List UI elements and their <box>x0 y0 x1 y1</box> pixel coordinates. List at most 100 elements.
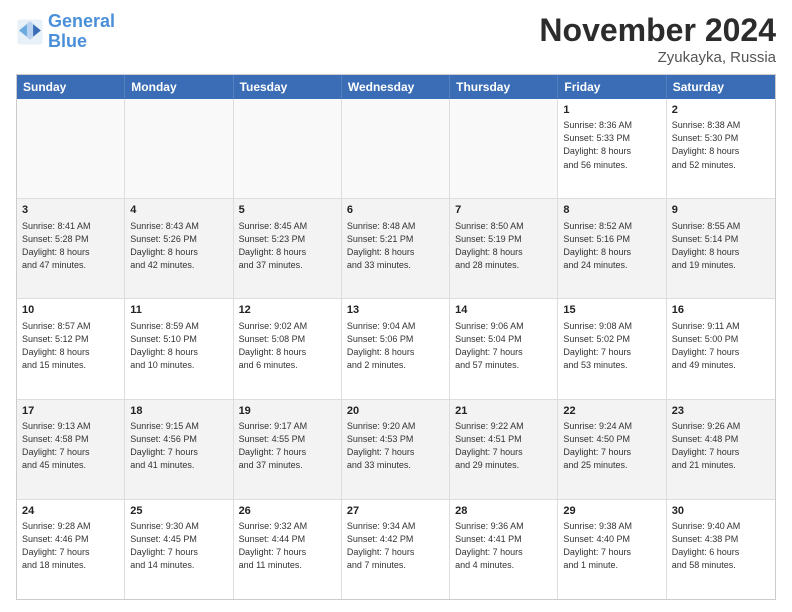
cell-text: Sunrise: 8:38 AM Sunset: 5:30 PM Dayligh… <box>672 119 770 171</box>
day-number: 13 <box>347 303 444 318</box>
cell-text: Sunrise: 8:59 AM Sunset: 5:10 PM Dayligh… <box>130 320 227 372</box>
calendar-cell: 1Sunrise: 8:36 AM Sunset: 5:33 PM Daylig… <box>558 99 666 198</box>
calendar-cell: 9Sunrise: 8:55 AM Sunset: 5:14 PM Daylig… <box>667 199 775 298</box>
calendar-header: SundayMondayTuesdayWednesdayThursdayFrid… <box>17 75 775 99</box>
calendar-cell: 29Sunrise: 9:38 AM Sunset: 4:40 PM Dayli… <box>558 500 666 599</box>
calendar-cell <box>450 99 558 198</box>
cell-text: Sunrise: 8:52 AM Sunset: 5:16 PM Dayligh… <box>563 220 660 272</box>
day-number: 18 <box>130 404 227 419</box>
cell-text: Sunrise: 9:40 AM Sunset: 4:38 PM Dayligh… <box>672 520 770 572</box>
calendar-cell: 6 Sunrise: 8:48 AM Sunset: 5:21 PM Daylig… <box>342 199 450 298</box>
day-number: 27 <box>347 504 444 519</box>
cell-text: Sunrise: 9:38 AM Sunset: 4:40 PM Dayligh… <box>563 520 660 572</box>
calendar-cell: 7 Sunrise: 8:50 AM Sunset: 5:19 PM Daylig… <box>450 199 558 298</box>
day-number: 25 <box>130 504 227 519</box>
calendar-header-cell: Saturday <box>667 75 775 99</box>
calendar-header-cell: Monday <box>125 75 233 99</box>
calendar-body: 1Sunrise: 8:36 AM Sunset: 5:33 PM Daylig… <box>17 99 775 599</box>
cell-text: Sunrise: 9:08 AM Sunset: 5:02 PM Dayligh… <box>563 320 660 372</box>
day-number: 2 <box>672 103 770 118</box>
calendar-cell: 27Sunrise: 9:34 AM Sunset: 4:42 PM Dayli… <box>342 500 450 599</box>
calendar-cell: 2Sunrise: 8:38 AM Sunset: 5:30 PM Daylig… <box>667 99 775 198</box>
day-number: 14 <box>455 303 552 318</box>
cell-text: Sunrise: 9:26 AM Sunset: 4:48 PM Dayligh… <box>672 420 770 472</box>
cell-text: Sunrise: 8:50 AM Sunset: 5:19 PM Dayligh… <box>455 220 552 272</box>
logo: General Blue <box>16 12 115 52</box>
calendar-cell: 20Sunrise: 9:20 AM Sunset: 4:53 PM Dayli… <box>342 400 450 499</box>
day-number: 19 <box>239 404 336 419</box>
cell-text: Sunrise: 9:32 AM Sunset: 4:44 PM Dayligh… <box>239 520 336 572</box>
day-number: 26 <box>239 504 336 519</box>
day-number: 24 <box>22 504 119 519</box>
calendar-cell: 22Sunrise: 9:24 AM Sunset: 4:50 PM Dayli… <box>558 400 666 499</box>
calendar-cell: 10 Sunrise: 8:57 AM Sunset: 5:12 PM Dayli… <box>17 299 125 398</box>
calendar-header-cell: Friday <box>558 75 666 99</box>
header: General Blue November 2024 Zyukayka, Rus… <box>16 12 776 66</box>
cell-text: Sunrise: 8:57 AM Sunset: 5:12 PM Dayligh… <box>22 320 119 372</box>
calendar-cell: 19Sunrise: 9:17 AM Sunset: 4:55 PM Dayli… <box>234 400 342 499</box>
day-number: 23 <box>672 404 770 419</box>
calendar-cell: 26Sunrise: 9:32 AM Sunset: 4:44 PM Dayli… <box>234 500 342 599</box>
calendar-header-cell: Sunday <box>17 75 125 99</box>
calendar-cell: 16Sunrise: 9:11 AM Sunset: 5:00 PM Dayli… <box>667 299 775 398</box>
calendar-header-cell: Thursday <box>450 75 558 99</box>
cell-text: Sunrise: 9:22 AM Sunset: 4:51 PM Dayligh… <box>455 420 552 472</box>
calendar: SundayMondayTuesdayWednesdayThursdayFrid… <box>16 74 776 600</box>
cell-text: Sunrise: 9:34 AM Sunset: 4:42 PM Dayligh… <box>347 520 444 572</box>
calendar-header-cell: Tuesday <box>234 75 342 99</box>
cell-text: Sunrise: 8:45 AM Sunset: 5:23 PM Dayligh… <box>239 220 336 272</box>
cell-text: Sunrise: 9:04 AM Sunset: 5:06 PM Dayligh… <box>347 320 444 372</box>
day-number: 3 <box>22 203 119 218</box>
calendar-cell <box>125 99 233 198</box>
calendar-cell: 15 Sunrise: 9:08 AM Sunset: 5:02 PM Dayli… <box>558 299 666 398</box>
calendar-cell <box>342 99 450 198</box>
day-number: 5 <box>239 203 336 218</box>
day-number: 15 <box>563 303 660 318</box>
day-number: 6 <box>347 203 444 218</box>
calendar-row: 3 Sunrise: 8:41 AM Sunset: 5:28 PM Daylig… <box>17 199 775 299</box>
calendar-cell: 28Sunrise: 9:36 AM Sunset: 4:41 PM Dayli… <box>450 500 558 599</box>
calendar-cell: 11 Sunrise: 8:59 AM Sunset: 5:10 PM Dayli… <box>125 299 233 398</box>
month-title: November 2024 <box>539 12 776 49</box>
cell-text: Sunrise: 8:55 AM Sunset: 5:14 PM Dayligh… <box>672 220 770 272</box>
day-number: 8 <box>563 203 660 218</box>
calendar-cell: 17Sunrise: 9:13 AM Sunset: 4:58 PM Dayli… <box>17 400 125 499</box>
calendar-cell: 8 Sunrise: 8:52 AM Sunset: 5:16 PM Daylig… <box>558 199 666 298</box>
cell-text: Sunrise: 9:24 AM Sunset: 4:50 PM Dayligh… <box>563 420 660 472</box>
day-number: 20 <box>347 404 444 419</box>
logo-text: General Blue <box>48 12 115 52</box>
day-number: 11 <box>130 303 227 318</box>
day-number: 7 <box>455 203 552 218</box>
day-number: 22 <box>563 404 660 419</box>
logo-icon <box>16 18 44 46</box>
cell-text: Sunrise: 9:15 AM Sunset: 4:56 PM Dayligh… <box>130 420 227 472</box>
cell-text: Sunrise: 9:17 AM Sunset: 4:55 PM Dayligh… <box>239 420 336 472</box>
cell-text: Sunrise: 8:41 AM Sunset: 5:28 PM Dayligh… <box>22 220 119 272</box>
calendar-cell: 5 Sunrise: 8:45 AM Sunset: 5:23 PM Daylig… <box>234 199 342 298</box>
title-block: November 2024 Zyukayka, Russia <box>539 12 776 66</box>
calendar-cell: 30Sunrise: 9:40 AM Sunset: 4:38 PM Dayli… <box>667 500 775 599</box>
calendar-cell: 23Sunrise: 9:26 AM Sunset: 4:48 PM Dayli… <box>667 400 775 499</box>
calendar-cell: 24Sunrise: 9:28 AM Sunset: 4:46 PM Dayli… <box>17 500 125 599</box>
location: Zyukayka, Russia <box>539 49 776 66</box>
calendar-cell: 14 Sunrise: 9:06 AM Sunset: 5:04 PM Dayli… <box>450 299 558 398</box>
cell-text: Sunrise: 9:06 AM Sunset: 5:04 PM Dayligh… <box>455 320 552 372</box>
calendar-cell: 12 Sunrise: 9:02 AM Sunset: 5:08 PM Dayli… <box>234 299 342 398</box>
calendar-cell <box>234 99 342 198</box>
cell-text: Sunrise: 9:20 AM Sunset: 4:53 PM Dayligh… <box>347 420 444 472</box>
cell-text: Sunrise: 9:36 AM Sunset: 4:41 PM Dayligh… <box>455 520 552 572</box>
page: General Blue November 2024 Zyukayka, Rus… <box>0 0 792 612</box>
day-number: 16 <box>672 303 770 318</box>
cell-text: Sunrise: 9:02 AM Sunset: 5:08 PM Dayligh… <box>239 320 336 372</box>
day-number: 30 <box>672 504 770 519</box>
calendar-row: 1Sunrise: 8:36 AM Sunset: 5:33 PM Daylig… <box>17 99 775 199</box>
day-number: 29 <box>563 504 660 519</box>
cell-text: Sunrise: 8:48 AM Sunset: 5:21 PM Dayligh… <box>347 220 444 272</box>
calendar-cell: 4Sunrise: 8:43 AM Sunset: 5:26 PM Daylig… <box>125 199 233 298</box>
day-number: 10 <box>22 303 119 318</box>
day-number: 12 <box>239 303 336 318</box>
calendar-row: 10 Sunrise: 8:57 AM Sunset: 5:12 PM Dayli… <box>17 299 775 399</box>
calendar-row: 17Sunrise: 9:13 AM Sunset: 4:58 PM Dayli… <box>17 400 775 500</box>
cell-text: Sunrise: 9:28 AM Sunset: 4:46 PM Dayligh… <box>22 520 119 572</box>
calendar-cell: 21Sunrise: 9:22 AM Sunset: 4:51 PM Dayli… <box>450 400 558 499</box>
